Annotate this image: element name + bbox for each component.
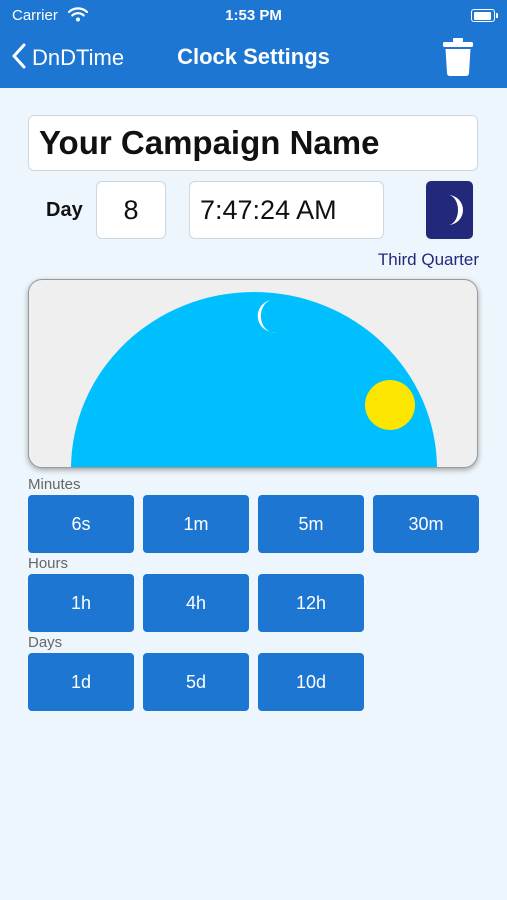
sky-dome [71,292,437,467]
hours-section-label: Hours [28,555,69,572]
back-button[interactable]: DnDTime [12,42,124,74]
add-1h-button[interactable]: 1h [28,574,134,632]
days-section-label: Days [28,634,63,651]
add-30m-button[interactable]: 30m [373,495,479,553]
status-time: 1:53 PM [225,7,282,24]
back-chevron-icon [12,43,26,74]
trash-icon [443,38,473,80]
time-field[interactable]: 7:47:24 AM [189,181,384,239]
add-10d-button[interactable]: 10d [258,653,364,711]
add-6s-button[interactable]: 6s [28,495,134,553]
moon-phase-button[interactable] [426,181,473,239]
sky-view [28,279,478,468]
day-label: Day [46,199,83,221]
campaign-name-field[interactable]: Your Campaign Name [28,115,478,171]
add-5m-button[interactable]: 5m [258,495,364,553]
moon-phase-label: Third Quarter [377,250,479,269]
add-12h-button[interactable]: 12h [258,574,364,632]
status-bar: Carrier 1:53 PM [0,0,507,32]
battery-icon [471,9,498,22]
back-label: DnDTime [32,45,125,70]
add-1d-button[interactable]: 1d [28,653,134,711]
navigation-bar: Carrier 1:53 PM DnDTime Clock Settings [0,0,507,88]
moon-icon [448,195,463,225]
add-5d-button[interactable]: 5d [143,653,249,711]
add-4h-button[interactable]: 4h [143,574,249,632]
sun-icon [365,380,415,430]
minutes-section-label: Minutes [28,476,81,493]
delete-button[interactable] [443,38,473,81]
day-field[interactable]: 8 [96,181,166,239]
add-1m-button[interactable]: 1m [143,495,249,553]
